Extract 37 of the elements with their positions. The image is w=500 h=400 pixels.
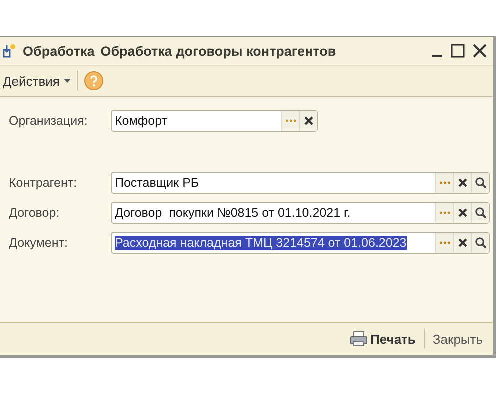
maximize-icon[interactable]: [451, 44, 465, 58]
clear-button[interactable]: [299, 111, 317, 131]
app-icon: [1, 43, 17, 59]
search-button[interactable]: [471, 203, 489, 223]
search-button[interactable]: [471, 173, 489, 193]
clear-button[interactable]: [453, 173, 471, 193]
clear-button[interactable]: [453, 233, 471, 253]
search-button[interactable]: [471, 233, 489, 253]
search-icon: [474, 177, 486, 189]
close-icon: [458, 208, 468, 218]
input-field[interactable]: Договор покупки №0815 от 01.10.2021 г.: [111, 202, 490, 224]
close-icon: [458, 238, 468, 248]
window-title: Обработка договоры контрагентов: [100, 44, 336, 58]
input-field[interactable]: Расходная накладная ТМЦ 3214574 от 01.06.2023: [111, 232, 490, 254]
ellipsis-icon: [438, 241, 450, 245]
help-icon[interactable]: [84, 71, 104, 91]
field-label: Договор:: [9, 206, 61, 220]
field-label: Организация:: [9, 114, 89, 128]
close-button[interactable]: Закрыть: [432, 332, 483, 346]
ellipsis-icon: [438, 181, 450, 185]
actions-menu[interactable]: Действия: [3, 74, 71, 88]
field-label: Документ:: [9, 236, 69, 250]
close-icon[interactable]: [473, 44, 487, 58]
print-button[interactable]: Печать: [350, 331, 416, 347]
search-icon: [474, 207, 486, 219]
ellipsis-icon: [438, 211, 450, 215]
window-type-label: Обработка: [23, 44, 95, 58]
field-label: Контрагент:: [9, 176, 78, 190]
ellipsis-icon: [284, 119, 296, 123]
printer-icon: [350, 331, 368, 347]
input-field[interactable]: Поставщик РБ: [111, 172, 490, 194]
caret-icon: [64, 79, 71, 83]
close-icon: [304, 116, 314, 126]
clear-button[interactable]: [453, 203, 471, 223]
input-field[interactable]: Комфорт: [111, 110, 318, 132]
search-icon: [474, 237, 486, 249]
close-icon: [458, 178, 468, 188]
